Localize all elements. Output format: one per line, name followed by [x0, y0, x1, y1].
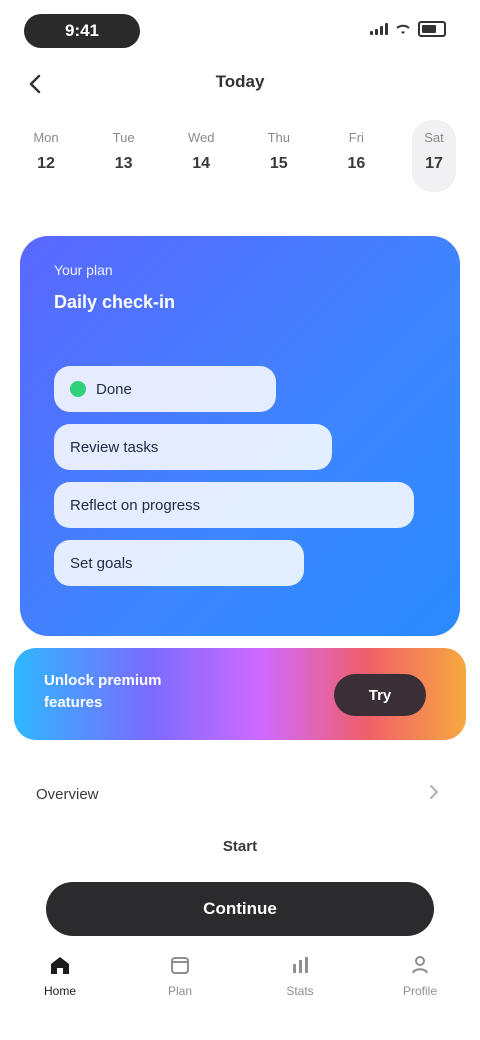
- day-number: 13: [114, 155, 133, 172]
- day-number: 15: [269, 155, 288, 172]
- card-kicker: Your plan: [54, 262, 113, 278]
- day-of-week: Sat: [424, 130, 444, 145]
- tab-stats[interactable]: Stats: [265, 952, 335, 998]
- card-title: Daily check-in: [54, 292, 176, 312]
- day-of-week: Wed: [187, 130, 215, 145]
- header: Today: [0, 60, 480, 110]
- wifi-icon: [396, 24, 410, 34]
- signal-icon: [370, 23, 388, 35]
- tab-profile[interactable]: Profile: [385, 952, 455, 998]
- day-number: 17: [425, 155, 443, 172]
- chip-label: Done: [96, 380, 132, 398]
- calendar-day[interactable]: Thu 15: [257, 120, 301, 192]
- status-time: 9:41: [64, 21, 100, 40]
- home-icon: [51, 957, 69, 974]
- day-number: 14: [192, 155, 211, 172]
- chip[interactable]: Set goals: [54, 540, 304, 586]
- chip-label: Set goals: [70, 554, 133, 572]
- tab-label: Home: [43, 984, 76, 998]
- promo-cta-button[interactable]: Try: [334, 674, 426, 716]
- promo-text: Unlock premium features: [44, 670, 162, 714]
- calendar-day[interactable]: Tue 13: [102, 120, 146, 192]
- chip-label: Review tasks: [70, 438, 159, 456]
- bar-chart-icon: [293, 957, 308, 973]
- battery-icon: [418, 21, 446, 37]
- day-number: 16: [347, 155, 366, 172]
- tab-bar: Home Plan Stats Profile: [0, 940, 480, 1040]
- tabs: Home Plan Stats Profile: [0, 952, 480, 998]
- promo-line-1: Unlock premium: [44, 672, 162, 689]
- day-of-week: Thu: [267, 130, 290, 145]
- chip-done[interactable]: Done: [54, 366, 276, 412]
- chip[interactable]: Reflect on progress: [54, 482, 414, 528]
- calendar-day-selected[interactable]: Sat 17: [411, 120, 456, 192]
- tab-plan[interactable]: Plan: [145, 952, 215, 998]
- tab-label: Stats: [286, 984, 314, 998]
- chip-label: Reflect on progress: [70, 496, 201, 514]
- calendar-strip: Mon 12 Tue 13 Wed 14 Thu 15 Fri 16 Sat 1…: [24, 120, 456, 200]
- promo-line-2: features: [44, 694, 103, 711]
- tab-home[interactable]: Home: [25, 952, 95, 998]
- user-icon: [412, 956, 428, 974]
- status-dot-icon: [70, 381, 86, 397]
- day-of-week: Fri: [348, 130, 364, 145]
- day-number: 12: [37, 155, 55, 172]
- status-icons: [350, 20, 446, 38]
- chips-list: Done Review tasks Reflect on progress Se…: [54, 366, 414, 598]
- calendar-day[interactable]: Fri 16: [334, 120, 378, 192]
- calendar-day[interactable]: Mon 12: [24, 120, 68, 192]
- time-pill: 9:41: [24, 14, 140, 48]
- tab-label: Plan: [167, 984, 193, 998]
- promo-banner[interactable]: Unlock premium features Try: [14, 648, 466, 740]
- day-of-week: Mon: [33, 130, 59, 145]
- chip[interactable]: Review tasks: [54, 424, 332, 470]
- primary-button[interactable]: Continue: [46, 882, 434, 936]
- calendar-day[interactable]: Wed 14: [179, 120, 223, 192]
- small-title: Start: [222, 838, 258, 855]
- chevron-right-icon: [430, 785, 438, 799]
- section-row[interactable]: Overview: [36, 780, 444, 810]
- section-label: Overview: [36, 786, 99, 803]
- status-bar: 9:41: [0, 0, 480, 60]
- calendar-icon: [171, 957, 189, 974]
- tab-label: Profile: [402, 984, 437, 998]
- plan-card[interactable]: Your plan Daily check-in Done Review tas…: [20, 236, 460, 636]
- day-of-week: Tue: [112, 130, 135, 145]
- page-title: Today: [215, 72, 265, 91]
